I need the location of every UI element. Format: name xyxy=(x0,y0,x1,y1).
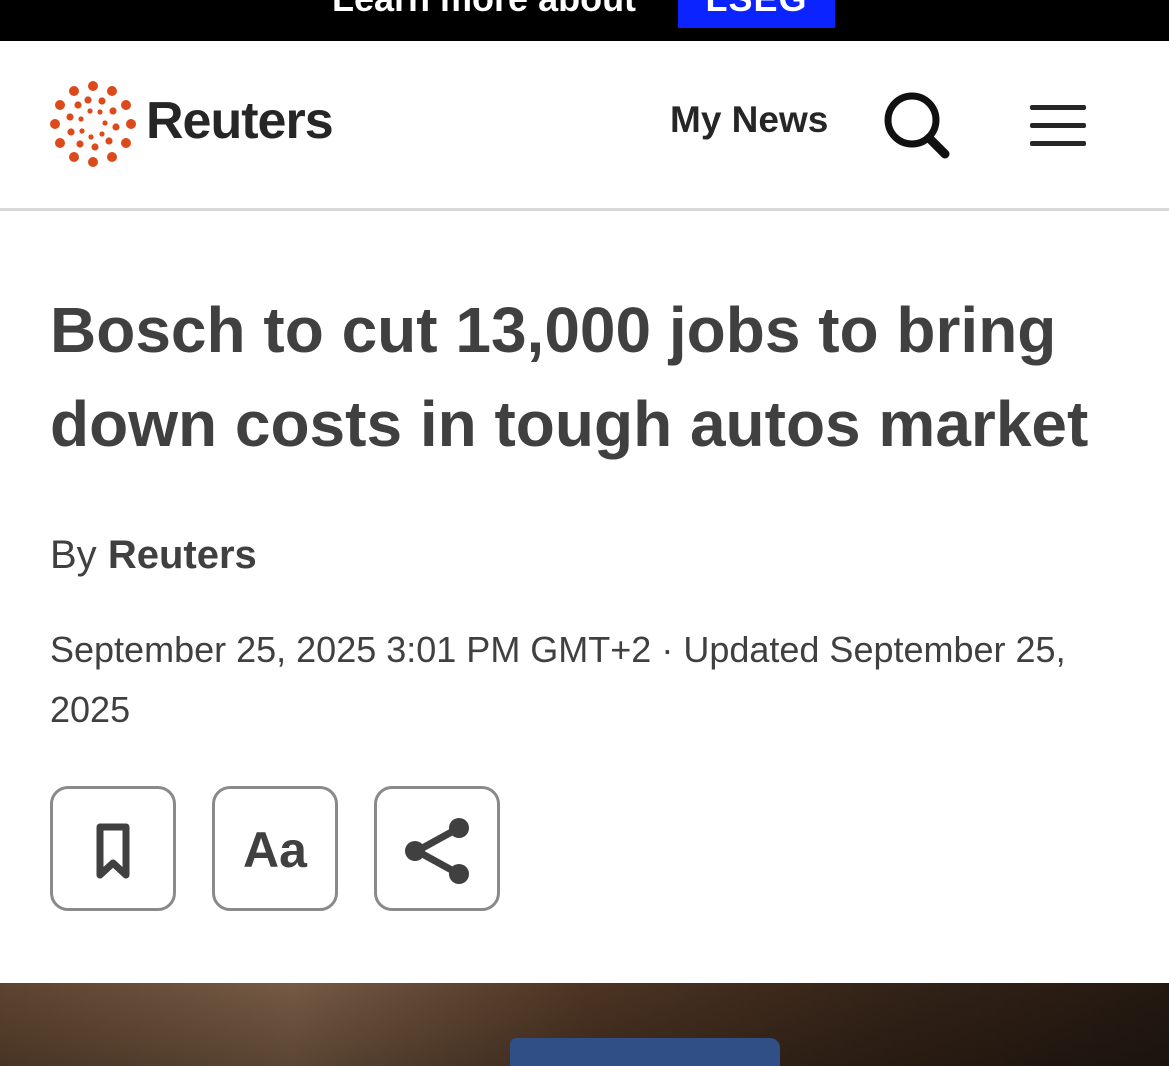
my-news-link[interactable]: My News xyxy=(670,99,828,141)
byline: By Reuters xyxy=(50,533,257,578)
site-header: Reuters My News xyxy=(0,41,1169,211)
bookmark-button[interactable] xyxy=(50,786,176,911)
author-link[interactable]: Reuters xyxy=(108,533,257,577)
font-size-button[interactable]: Aa xyxy=(212,786,338,911)
share-button[interactable] xyxy=(374,786,500,911)
reuters-logo-icon xyxy=(50,81,136,167)
banner-text: Learn more about xyxy=(332,0,636,20)
promo-banner[interactable]: Learn more about LSEG xyxy=(0,0,1169,41)
article-hero-image xyxy=(0,983,1169,1066)
font-size-label: Aa xyxy=(243,822,307,878)
menu-button[interactable] xyxy=(1028,103,1090,149)
hamburger-menu-icon xyxy=(1030,105,1086,110)
search-icon xyxy=(884,92,950,159)
article-headline: Bosch to cut 13,000 jobs to bring down c… xyxy=(50,294,1089,460)
lseg-badge[interactable]: LSEG xyxy=(678,0,835,28)
reuters-logo-text: Reuters xyxy=(146,92,334,150)
byline-prefix: By xyxy=(50,533,97,577)
share-icon xyxy=(405,818,469,884)
article-dateline: September 25, 2025 3:01 PM GMT+2 · Updat… xyxy=(50,629,1066,730)
page: Learn more about LSEG xyxy=(0,0,1169,1066)
search-button[interactable] xyxy=(882,91,954,163)
bookmark-icon xyxy=(96,823,130,879)
lseg-badge-label: LSEG xyxy=(678,0,835,20)
reuters-logo[interactable]: Reuters xyxy=(50,81,370,171)
